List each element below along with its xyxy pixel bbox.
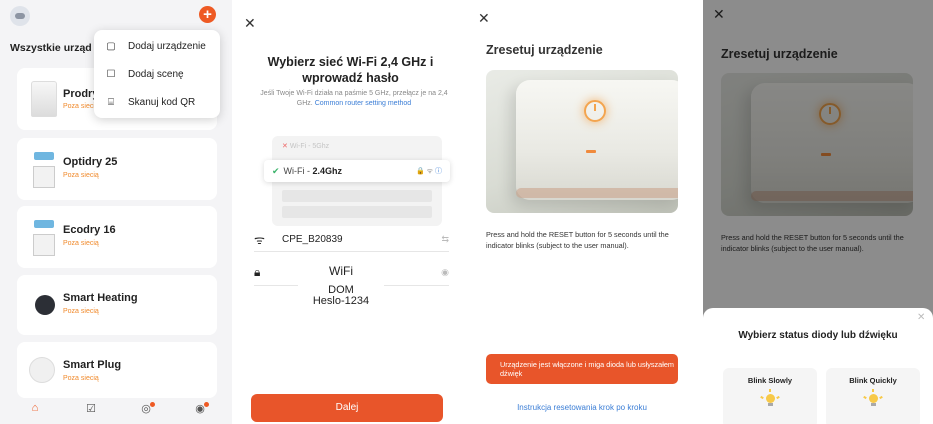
lock-icon: 🔒︎ (254, 264, 261, 279)
add-device-icon: ▢ (106, 40, 116, 52)
dehumidifier-image (31, 152, 57, 188)
wifi-5g-row: ✕ Wi-Fi - 5Ghz (282, 143, 330, 150)
device-card-ecodry[interactable]: Ecodry 16 Poza siecią (17, 206, 217, 268)
device-status: Poza siecią (63, 375, 99, 382)
scene-icon[interactable]: ◎ (137, 402, 155, 420)
thermostat-image (35, 295, 55, 315)
device-name: Smart Plug (63, 359, 122, 371)
router-setting-link[interactable]: Common router setting method (315, 100, 412, 107)
credentials-note: WiFi DOM Heslo-1234 (298, 258, 384, 308)
note-password: Heslo-1234 (312, 295, 370, 307)
option-blink-slowly[interactable]: Blink Slowly (723, 368, 817, 424)
menu-label: Dodaj scenę (128, 68, 184, 80)
plug-image (29, 357, 55, 383)
check-icon: ✔ (272, 165, 280, 176)
reset-device-screen: ✕ Zresetuj urządzenie Press and hold the… (468, 0, 698, 424)
device-status: Poza siecią (63, 240, 99, 247)
confirm-blinking-button[interactable]: Urządzenie jest włączone i miga dioda lu… (486, 354, 678, 384)
device-status: Poza siecią (63, 308, 99, 315)
add-button[interactable]: + (199, 6, 216, 23)
reset-guide-link[interactable]: Instrukcja resetowania krok po kroku (486, 403, 678, 412)
dehumidifier-image (31, 220, 57, 256)
reset-title: Zresetuj urządzenie (486, 43, 603, 57)
device-name: Smart Heating (63, 292, 138, 304)
wifi-info-icon: 🔒 ᯤ ⓘ (416, 168, 442, 175)
device-name: Optidry 25 (63, 156, 118, 168)
wifi-5g-label: Wi-Fi - 5Ghz (289, 143, 330, 150)
device-card-smart-plug[interactable]: Smart Plug Poza siecią (17, 342, 217, 398)
reset-instructions: Press and hold the RESET button for 5 se… (486, 230, 669, 250)
scan-qr-icon: ⌸ (108, 96, 114, 108)
option-label: Blink Slowly (747, 376, 793, 385)
device-card-optidry[interactable]: Optidry 25 Poza siecią (17, 138, 217, 200)
menu-item-add-scene[interactable]: ☐ Dodaj scenę (94, 60, 220, 88)
power-icon (584, 100, 606, 122)
bulb-icon (760, 389, 780, 407)
tasks-icon[interactable]: ☑ (82, 402, 100, 420)
wifi-setup-screen: ✕ Wybierz sieć Wi-Fi 2,4 GHz i wprowadź … (236, 0, 463, 424)
option-label: Blink Quickly (849, 376, 897, 385)
device-photo (486, 70, 678, 213)
close-icon[interactable]: ✕ (244, 15, 256, 32)
menu-label: Skanuj kod QR (128, 96, 196, 108)
next-button[interactable]: Dalej (251, 394, 443, 422)
menu-item-add-device[interactable]: ▢ Dodaj urządzenie (94, 32, 220, 60)
status-bottom-sheet: ✕ Wybierz status diody lub dźwięku Blink… (703, 308, 933, 424)
add-scene-icon: ☐ (106, 68, 116, 80)
device-list-screen: + Wszystkie urząd Prodry Poza siecią Opt… (0, 0, 232, 424)
ssid-value: CPE_B20839 (282, 233, 343, 245)
menu-item-scan-qr[interactable]: ⌸ Skanuj kod QR (94, 88, 220, 116)
home-icon[interactable]: ⌂ (26, 402, 44, 420)
device-card-smart-heating[interactable]: Smart Heating Poza siecią (17, 275, 217, 335)
avatar-icon (15, 13, 25, 19)
bulb-icon (863, 389, 883, 407)
reset-status-screen: ✕ Zresetuj urządzenie Press and hold the… (703, 0, 933, 424)
note-wifi: WiFi (329, 264, 353, 278)
profile-icon[interactable]: ◉ (191, 402, 209, 420)
wifi-24g-label: Wi-Fi - 2.4Ghz (283, 166, 343, 176)
ssid-field[interactable]: ᯤ CPE_B20839 ⇆ (254, 228, 449, 250)
close-icon[interactable]: ✕ (478, 10, 490, 27)
wifi-icon: ᯤ (254, 232, 265, 247)
wifi-24g-row: ✔ Wi-Fi - 2.4Ghz 🔒 ᯤ ⓘ (264, 160, 450, 182)
wifi-band-illustration: ✕ Wi-Fi - 5Ghz ✔ Wi-Fi - 2.4Ghz 🔒 ᯤ ⓘ (264, 136, 450, 226)
bottom-tab-bar: ⌂ ☑ ◎ ◉ (0, 398, 232, 424)
avatar[interactable] (10, 6, 30, 26)
eye-icon[interactable]: ◉ (441, 267, 449, 278)
top-bar: + (0, 0, 232, 30)
menu-label: Dodaj urządzenie (128, 40, 206, 52)
home-title[interactable]: Wszystkie urząd (10, 42, 92, 54)
sheet-title: Wybierz status diody lub dźwięku (738, 330, 898, 341)
switch-network-icon[interactable]: ⇆ (441, 234, 449, 245)
option-blink-quickly[interactable]: Blink Quickly (826, 368, 920, 424)
device-name: Ecodry 16 (63, 224, 116, 236)
add-menu-popup: ▢ Dodaj urządzenie ☐ Dodaj scenę ⌸ Skanu… (94, 30, 220, 118)
close-icon[interactable]: ✕ (917, 312, 925, 323)
device-status: Poza siecią (63, 172, 99, 179)
wifi-description: Jeśli Twoje Wi-Fi działa na paśmie 5 GHz… (254, 89, 454, 109)
wifi-title: Wybierz sieć Wi-Fi 2,4 GHz i wprowadź ha… (267, 55, 434, 85)
dehumidifier-image (31, 81, 57, 117)
